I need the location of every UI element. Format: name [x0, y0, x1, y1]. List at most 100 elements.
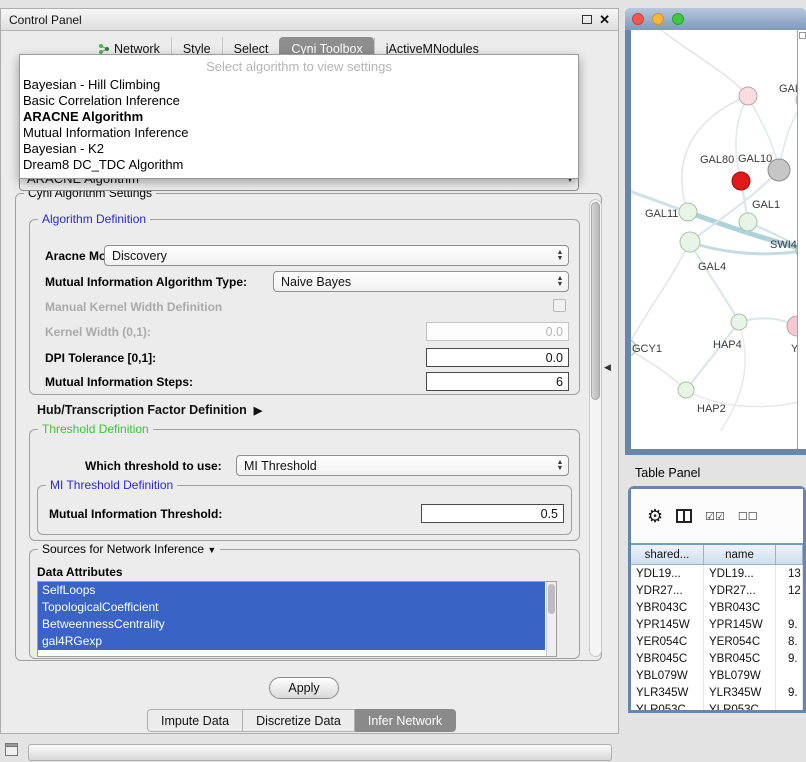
which-threshold-combo[interactable]: MI Threshold ▲ ▼	[236, 455, 569, 476]
network-node[interactable]	[732, 172, 750, 190]
settings-scrollbar-thumb[interactable]	[591, 202, 600, 400]
network-edge	[686, 322, 739, 390]
table-panel-title: Table Panel	[635, 466, 700, 480]
mi-type-label: Mutual Information Algorithm Type:	[45, 275, 247, 289]
checked-boxes-icon[interactable]: ☑☑	[705, 510, 725, 523]
dpi-tolerance-field[interactable]: 0.0	[426, 348, 569, 367]
network-node[interactable]	[678, 382, 694, 398]
table-row[interactable]: YDL19...YDL19...13	[631, 565, 803, 582]
aracne-mode-combo[interactable]: Discovery ▲ ▼	[104, 245, 569, 266]
threshold-definition-legend: Threshold Definition	[38, 422, 153, 436]
table-row[interactable]: YBL079WYBL079W	[631, 667, 803, 684]
kernel-width-field[interactable]: 0.0	[426, 322, 569, 341]
mi-threshold-field[interactable]: 0.5	[421, 504, 564, 523]
dropdown-item-bayesian-k2[interactable]: Bayesian - K2	[20, 141, 578, 157]
table-cell: YPR145W	[704, 616, 776, 633]
network-edge	[631, 242, 690, 348]
table-row[interactable]: YBR045CYBR045C9.	[631, 650, 803, 667]
network-node-label: GAL7	[779, 83, 797, 95]
control-panel-titlebar: Control Panel ✕	[1, 9, 618, 31]
table-row[interactable]: YER054CYER054C8.	[631, 633, 803, 650]
list-scrollbar[interactable]	[546, 582, 556, 656]
bottom-tabs: Impute DataDiscretize DataInfer Network	[147, 709, 456, 732]
hub-definition-section[interactable]: Hub/Transcription Factor Definition ▶	[37, 403, 262, 417]
manual-kernel-checkbox[interactable]	[553, 299, 566, 312]
table-cell: YLR345W	[704, 684, 776, 701]
mi-type-combo[interactable]: Naive Bayes ▲ ▼	[273, 271, 569, 292]
combo-down-arrow-icon: ▼	[557, 256, 564, 262]
mi-threshold-legend: MI Threshold Definition	[46, 478, 177, 492]
algorithm-dropdown-popup: Select algorithm to view settings Bayesi…	[19, 54, 579, 179]
control-panel-title: Control Panel	[9, 13, 82, 27]
table-cell	[776, 701, 803, 710]
network-node[interactable]	[679, 203, 697, 221]
network-node[interactable]	[739, 87, 757, 105]
minimize-window-button[interactable]	[652, 13, 664, 25]
scrollbar-arrow-box[interactable]	[799, 32, 806, 39]
table-cell: YDL19...	[631, 565, 704, 582]
network-node[interactable]	[731, 314, 747, 330]
dropdown-item-dream8-dc-tdc-algorithm[interactable]: Dream8 DC_TDC Algorithm	[20, 157, 578, 173]
combo-arrows-icon: ▲ ▼	[552, 272, 568, 291]
collapsed-panel-bar[interactable]	[28, 744, 612, 761]
dropdown-item-basic-correlation-inference[interactable]: Basic Correlation Inference	[20, 93, 578, 109]
list-item-gal4rgexp[interactable]: gal4RGexp	[38, 633, 545, 650]
table-row[interactable]: YDR27...YDR27...12	[631, 582, 803, 599]
table-row[interactable]: YPR145WYPR145W9.	[631, 616, 803, 633]
gear-icon[interactable]: ⚙	[647, 506, 663, 527]
table-column-header[interactable]	[776, 545, 803, 565]
table-cell: 9.	[776, 616, 803, 633]
table-row[interactable]: YBR043CYBR043C	[631, 599, 803, 616]
table-cell: YDR27...	[631, 582, 704, 599]
columns-icon[interactable]	[676, 509, 692, 523]
float-panel-icon[interactable]	[582, 15, 592, 24]
table-column-header[interactable]: name	[704, 545, 776, 565]
table-cell: YBR043C	[631, 599, 704, 616]
network-canvas[interactable]: GAL7GAL80GAL10GAL11GAL1SWI4GAL4GCY1HAP4Y…	[631, 30, 797, 449]
list-item-betweennesscentrality[interactable]: BetweennessCentrality	[38, 616, 545, 633]
apply-button[interactable]: Apply	[269, 677, 339, 699]
aracne-mode-value: Discovery	[112, 249, 167, 263]
bottom-tab-infer-network[interactable]: Infer Network	[355, 709, 456, 732]
dropdown-item-bayesian-hill-climbing[interactable]: Bayesian - Hill Climbing	[20, 77, 578, 93]
table-row[interactable]: YLR053CYLR053C	[631, 701, 803, 710]
network-scrollbar[interactable]	[797, 30, 806, 449]
dropdown-item-aracne-algorithm[interactable]: ARACNE Algorithm	[20, 109, 578, 125]
settings-scrollbar[interactable]	[589, 199, 602, 657]
minimized-panel-icon[interactable]	[5, 743, 18, 756]
algorithm-definition-legend: Algorithm Definition	[38, 212, 150, 226]
table-cell: YBR043C	[704, 599, 776, 616]
panel-splitter-arrow[interactable]: ◀	[604, 362, 611, 373]
combo-down-arrow-icon: ▼	[557, 282, 564, 288]
close-window-button[interactable]	[632, 13, 644, 25]
table-cell: 9.	[776, 650, 803, 667]
table-row[interactable]: YLR345WYLR345W9.	[631, 684, 803, 701]
dropdown-item-mutual-information-inference[interactable]: Mutual Information Inference	[20, 125, 578, 141]
table-cell: YBR045C	[631, 650, 704, 667]
network-window: GAL7GAL80GAL10GAL11GAL1SWI4GAL4GCY1HAP4Y…	[625, 8, 806, 455]
table-cell: YER054C	[631, 633, 704, 650]
network-node[interactable]	[787, 316, 797, 336]
table-cell: YER054C	[704, 633, 776, 650]
network-node[interactable]	[739, 213, 757, 231]
unchecked-boxes-icon[interactable]: ☐☐	[738, 510, 758, 523]
sources-legend[interactable]: Sources for Network Inference ▼	[38, 542, 220, 556]
list-item-selfloops[interactable]: SelfLoops	[38, 582, 545, 599]
data-attributes-label: Data Attributes	[37, 565, 123, 579]
list-scrollbar-thumb[interactable]	[548, 584, 555, 614]
table-column-header[interactable]: shared...	[631, 545, 704, 565]
bottom-tab-impute-data[interactable]: Impute Data	[147, 709, 243, 732]
close-panel-icon[interactable]: ✕	[599, 14, 610, 26]
bottom-tab-discretize-data[interactable]: Discretize Data	[243, 709, 355, 732]
mi-steps-field[interactable]: 6	[426, 372, 569, 391]
panel-window-buttons: ✕	[582, 14, 610, 26]
dropdown-items: Bayesian - Hill ClimbingBasic Correlatio…	[20, 77, 578, 173]
network-window-titlebar[interactable]	[625, 8, 806, 30]
network-node-label: GAL80	[700, 154, 734, 166]
table-cell: 9.	[776, 684, 803, 701]
network-node[interactable]	[680, 232, 700, 252]
network-node-label: HAP2	[697, 403, 726, 415]
zoom-window-button[interactable]	[672, 13, 684, 25]
table-panel-window: ⚙ ☑☑ ☐☐ shared...name YDL19...YDL19...13…	[628, 486, 806, 713]
list-item-topologicalcoefficient[interactable]: TopologicalCoefficient	[38, 599, 545, 616]
